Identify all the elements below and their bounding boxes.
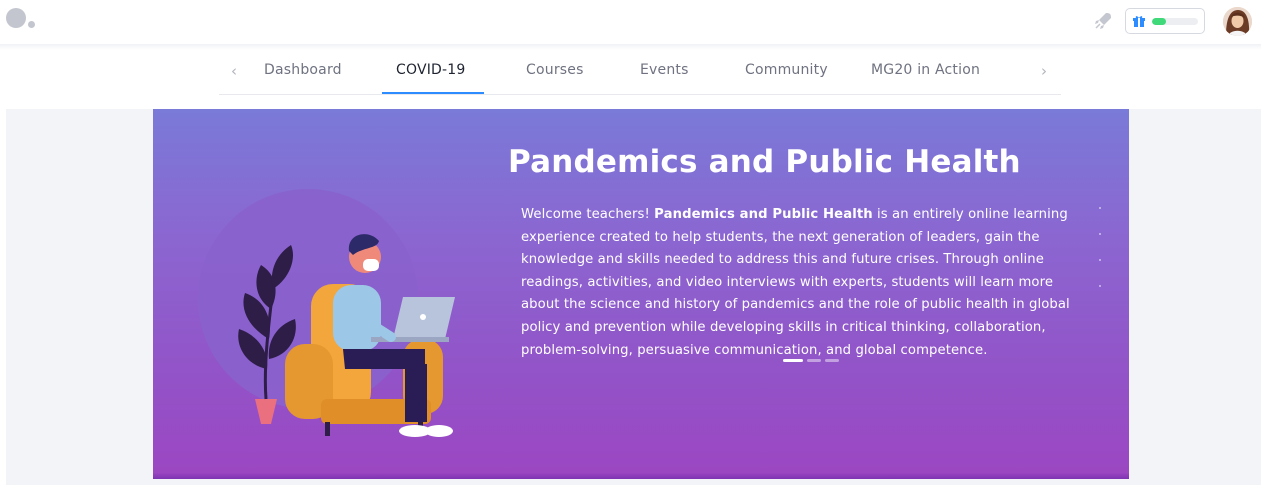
tab-mg20-in-action[interactable]: MG20 in Action xyxy=(871,62,980,78)
hero-text-bold: Pandemics and Public Health xyxy=(654,207,873,222)
hero-bottom-edge xyxy=(153,473,1129,479)
decorative-dots xyxy=(1099,207,1102,317)
gift-icon xyxy=(1133,16,1145,27)
hero-text-intro: Welcome teachers! xyxy=(521,207,655,222)
tab-covid-19[interactable]: COVID-19 xyxy=(396,62,466,78)
hero-description: Welcome teachers! Pandemics and Public H… xyxy=(521,204,1081,362)
user-avatar[interactable] xyxy=(1223,7,1252,36)
person-with-mask-on-laptop-illustration xyxy=(198,189,455,437)
carousel-indicators xyxy=(783,359,853,363)
xp-progress-track xyxy=(1152,18,1198,25)
tab-dashboard[interactable]: Dashboard xyxy=(264,62,342,78)
hero-banner: Pandemics and Public Health Welcome teac… xyxy=(153,109,1129,479)
avatar-image xyxy=(1223,7,1252,36)
hero-title: Pandemics and Public Health xyxy=(508,144,1021,180)
carousel-dot-1[interactable] xyxy=(783,359,803,362)
tab-community[interactable]: Community xyxy=(745,62,828,78)
carousel-dot-3[interactable] xyxy=(825,359,839,362)
top-bar xyxy=(0,0,1261,44)
header-shadow xyxy=(0,44,1261,50)
tabs-prev-arrow[interactable]: ‹ xyxy=(231,62,237,80)
carousel-dot-2[interactable] xyxy=(807,359,821,362)
logo-large-dot xyxy=(6,8,26,28)
xp-progress-widget[interactable] xyxy=(1125,8,1205,34)
tab-courses[interactable]: Courses xyxy=(526,62,584,78)
app-logo[interactable] xyxy=(6,8,46,30)
rocket-icon[interactable] xyxy=(1092,10,1114,32)
hero-text-rest: is an entirely online learning experienc… xyxy=(521,207,1070,358)
tabs-next-arrow[interactable]: › xyxy=(1041,62,1047,80)
active-tab-indicator xyxy=(382,92,484,94)
logo-small-dot xyxy=(28,21,35,28)
xp-progress-fill xyxy=(1152,18,1166,25)
tab-events[interactable]: Events xyxy=(640,62,689,78)
main-tab-bar: ‹ Dashboard COVID-19 Courses Events Comm… xyxy=(219,52,1061,95)
